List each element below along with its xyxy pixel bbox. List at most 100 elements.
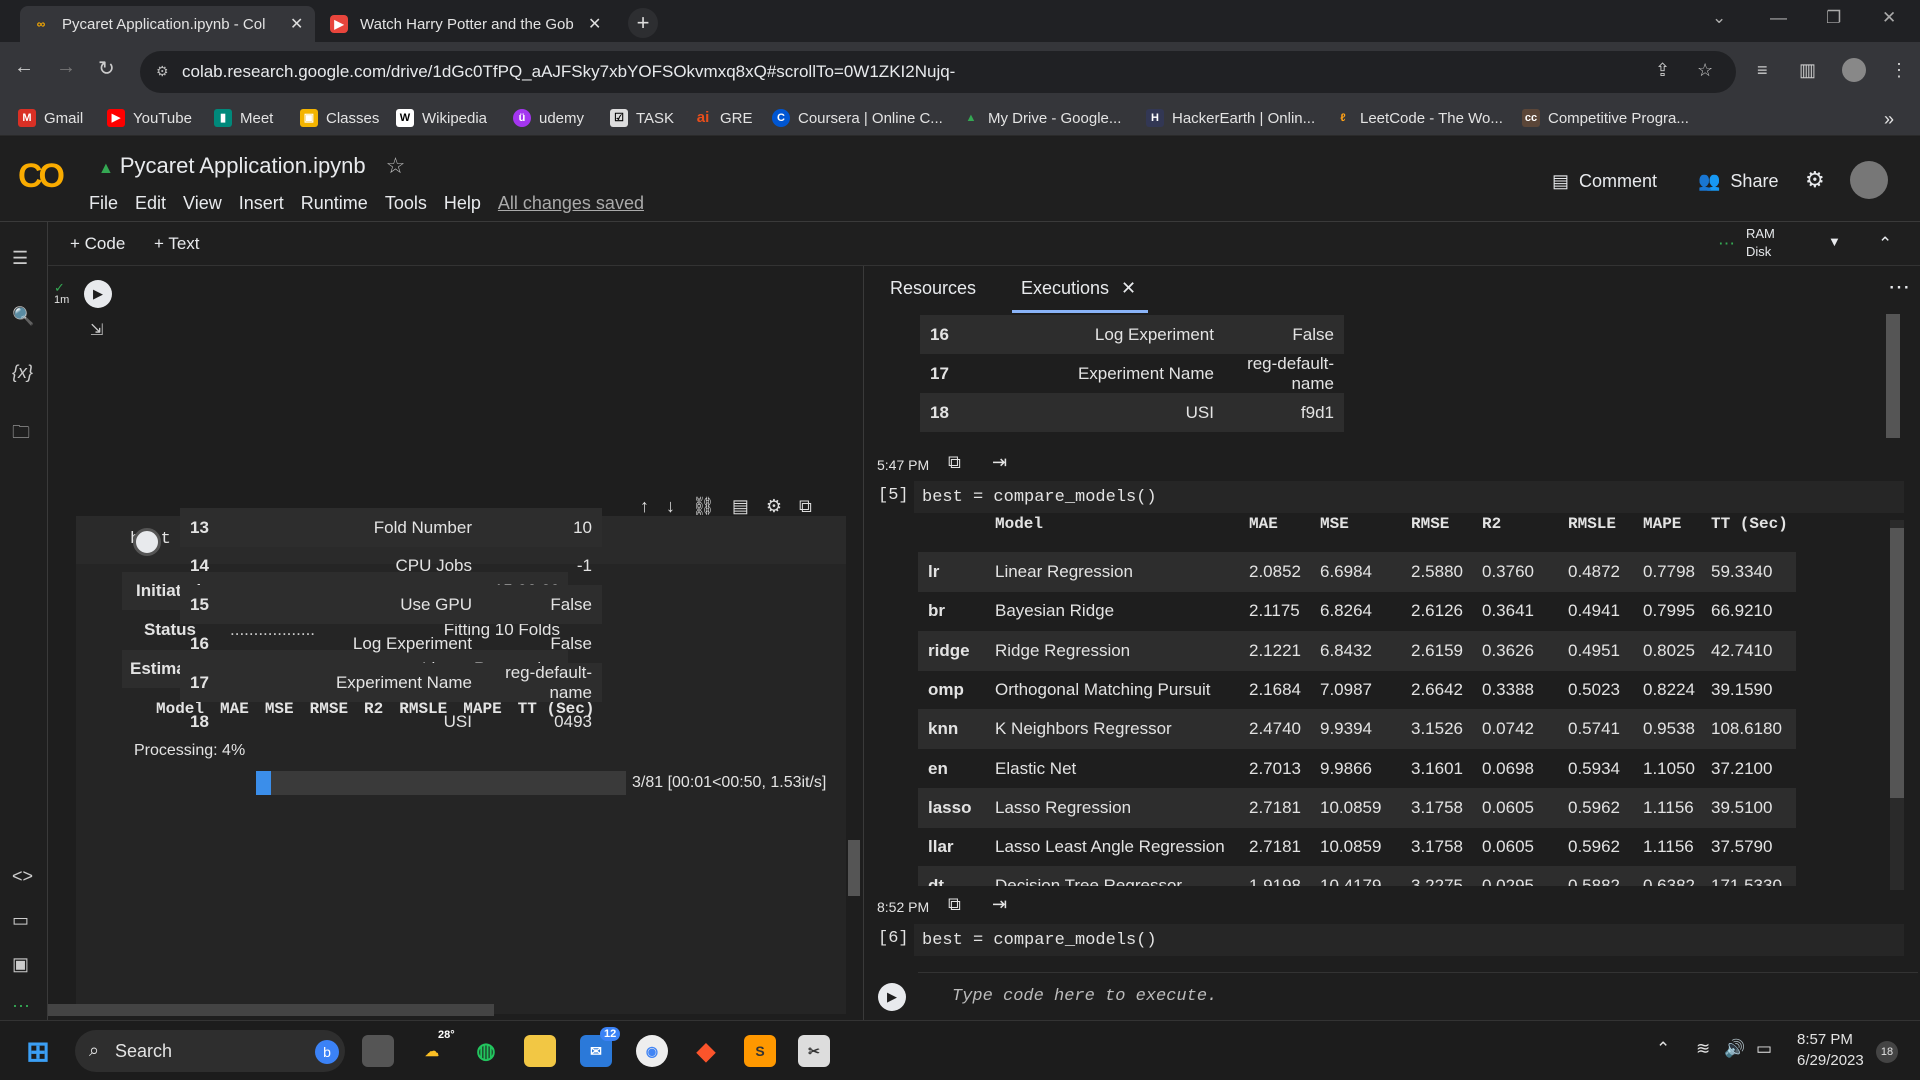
more-dots-icon[interactable]: ⋯ (12, 996, 30, 1017)
move-up-icon[interactable]: ↑ (640, 496, 649, 517)
more-bookmarks-icon[interactable]: » (1884, 109, 1894, 130)
media-icon[interactable]: ≡ (1757, 60, 1768, 81)
settings-gear-icon[interactable]: ⚙ (1805, 167, 1825, 193)
edge-icon[interactable]: ◍ (470, 1035, 502, 1067)
reload-icon[interactable]: ↻ (98, 56, 115, 81)
edit-pin-icon[interactable]: ⇥ (992, 894, 1007, 915)
tab-video[interactable]: ▶ Watch Harry Potter and the Gob ✕ (318, 6, 613, 42)
notification-badge[interactable]: 18 (1876, 1041, 1898, 1063)
notebook-title[interactable]: ▲ Pycaret Application.ipynb ☆ (98, 153, 405, 179)
minimize-icon[interactable]: — (1770, 8, 1787, 28)
bookmark-competitive[interactable]: cc Competitive Progra... (1522, 109, 1689, 127)
menu-file[interactable]: File (89, 193, 118, 214)
folder-icon[interactable]: 🗀 (12, 420, 30, 450)
clock-time[interactable]: 8:57 PM (1797, 1031, 1853, 1048)
command-palette-icon[interactable]: ▭ (12, 910, 29, 931)
kebab-menu-icon[interactable]: ⋮ (1890, 60, 1908, 81)
wifi-icon[interactable]: ≋ (1696, 1039, 1710, 1059)
settings-gear-icon[interactable]: ⚙ (766, 496, 782, 517)
profile-avatar[interactable] (1842, 58, 1866, 82)
dropdown-icon[interactable]: ▼ (1828, 234, 1841, 249)
account-avatar[interactable] (1850, 161, 1888, 199)
bookmark-youtube[interactable]: ▶ YouTube (107, 109, 192, 127)
mirror-cell-icon[interactable]: ⧉ (799, 496, 812, 517)
bookmark-leetcode[interactable]: ℓ LeetCode - The Wo... (1334, 109, 1503, 127)
menu-insert[interactable]: Insert (239, 193, 284, 214)
link-icon[interactable]: ⛓ (692, 496, 715, 517)
close-icon[interactable]: ✕ (1121, 278, 1136, 299)
code-cell[interactable]: best = compare_models() (914, 924, 1904, 956)
tab-executions[interactable]: Executions (1021, 278, 1109, 299)
horizontal-scrollbar[interactable] (48, 1004, 494, 1016)
close-tab-icon[interactable]: ✕ (290, 14, 303, 34)
file-explorer-icon[interactable] (524, 1035, 556, 1067)
side-panel-icon[interactable]: ▥ (1799, 60, 1816, 81)
menu-help[interactable]: Help (444, 193, 481, 214)
bookmark-gmail[interactable]: M Gmail (18, 109, 83, 127)
menu-tools[interactable]: Tools (385, 193, 427, 214)
windows-start-icon[interactable]: ⊞ (22, 1035, 54, 1067)
copy-icon[interactable]: ⧉ (948, 452, 961, 473)
address-bar[interactable]: ⚙ colab.research.google.com/drive/1dGc0T… (140, 51, 1736, 93)
comment-button[interactable]: ▤ Comment (1552, 171, 1657, 192)
mail-icon[interactable]: ✉ 12 (580, 1027, 621, 1067)
share-button[interactable]: 👥 Share (1698, 171, 1778, 192)
weather-icon[interactable]: ☁ 28° (416, 1029, 455, 1067)
bookmark-wikipedia[interactable]: W Wikipedia (396, 109, 487, 127)
bookmark-meet[interactable]: ▮ Meet (214, 109, 273, 127)
run-cell-icon[interactable]: ▶ (878, 983, 906, 1011)
task-view-icon[interactable] (362, 1035, 394, 1067)
share-page-icon[interactable]: ⇪ (1655, 60, 1670, 81)
variables-icon[interactable]: {x} (12, 362, 33, 383)
table-of-contents-icon[interactable]: ☰ (12, 248, 28, 269)
star-icon[interactable]: ☆ (386, 153, 406, 178)
maximize-icon[interactable]: ❐ (1826, 8, 1841, 28)
bookmark-classes[interactable]: ▣ Classes (300, 109, 379, 127)
bookmark-coursera[interactable]: C Coursera | Online C... (772, 109, 943, 127)
volume-icon[interactable]: 🔊 (1724, 1039, 1745, 1059)
new-tab-button[interactable]: + (628, 8, 658, 38)
edit-pin-icon[interactable]: ⇥ (992, 452, 1007, 473)
menu-view[interactable]: View (183, 193, 222, 214)
comment-icon[interactable]: ▤ (732, 496, 749, 517)
chevron-up-icon[interactable]: ⌃ (1656, 1039, 1670, 1059)
close-tab-icon[interactable]: ✕ (588, 14, 601, 34)
scrollbar-thumb[interactable] (1886, 314, 1900, 438)
save-status[interactable]: All changes saved (498, 193, 644, 214)
collapse-up-icon[interactable]: ⌃ (1878, 234, 1892, 254)
search-icon[interactable]: 🔍 (12, 306, 34, 327)
output-menu-icon[interactable]: ⇲ (90, 320, 103, 340)
forward-icon[interactable]: → (56, 56, 76, 79)
terminal-icon[interactable]: ▣ (12, 954, 29, 975)
bookmark-task[interactable]: ☑ TASK (610, 109, 674, 127)
menu-runtime[interactable]: Runtime (301, 193, 368, 214)
copy-icon[interactable]: ⧉ (948, 894, 961, 915)
tab-resources[interactable]: Resources (890, 278, 976, 299)
site-info-icon[interactable]: ⚙ (156, 63, 169, 80)
tab-colab[interactable]: ∞ Pycaret Application.ipynb - Col ✕ (20, 6, 316, 42)
ram-label[interactable]: RAM (1746, 226, 1775, 241)
sublime-icon[interactable]: S (744, 1035, 776, 1067)
bookmark-gre[interactable]: ai GRE (694, 109, 753, 127)
bookmark-mydrive[interactable]: ▲ My Drive - Google... (962, 109, 1122, 127)
vertical-scrollbar[interactable] (1890, 520, 1904, 890)
snipping-tool-icon[interactable]: ✂ (798, 1035, 830, 1067)
more-options-icon[interactable]: ⋯ (1888, 274, 1910, 300)
add-text-button[interactable]: + Text (154, 234, 200, 254)
add-code-button[interactable]: + Code (70, 234, 125, 254)
menu-edit[interactable]: Edit (135, 193, 166, 214)
move-down-icon[interactable]: ↓ (666, 496, 675, 517)
taskbar-search[interactable]: ⌕ Search b (75, 1030, 345, 1072)
back-icon[interactable]: ← (14, 56, 34, 79)
code-cell[interactable]: best = compare_models() (914, 481, 1904, 513)
close-window-icon[interactable]: ✕ (1882, 8, 1896, 28)
bookmark-udemy[interactable]: ü udemy (513, 109, 584, 127)
run-cell-icon[interactable]: ▶ (84, 280, 112, 308)
disk-label[interactable]: Disk (1746, 244, 1771, 259)
bookmark-star-icon[interactable]: ☆ (1697, 60, 1713, 81)
brave-icon[interactable]: ◆ (690, 1035, 722, 1067)
bookmark-hackerearth[interactable]: H HackerEarth | Onlin... (1146, 109, 1315, 127)
chevron-down-icon[interactable]: ⌄ (1712, 8, 1726, 28)
clock-date[interactable]: 6/29/2023 (1797, 1052, 1864, 1069)
scratch-code-input[interactable]: Type code here to execute. (918, 972, 1918, 1020)
